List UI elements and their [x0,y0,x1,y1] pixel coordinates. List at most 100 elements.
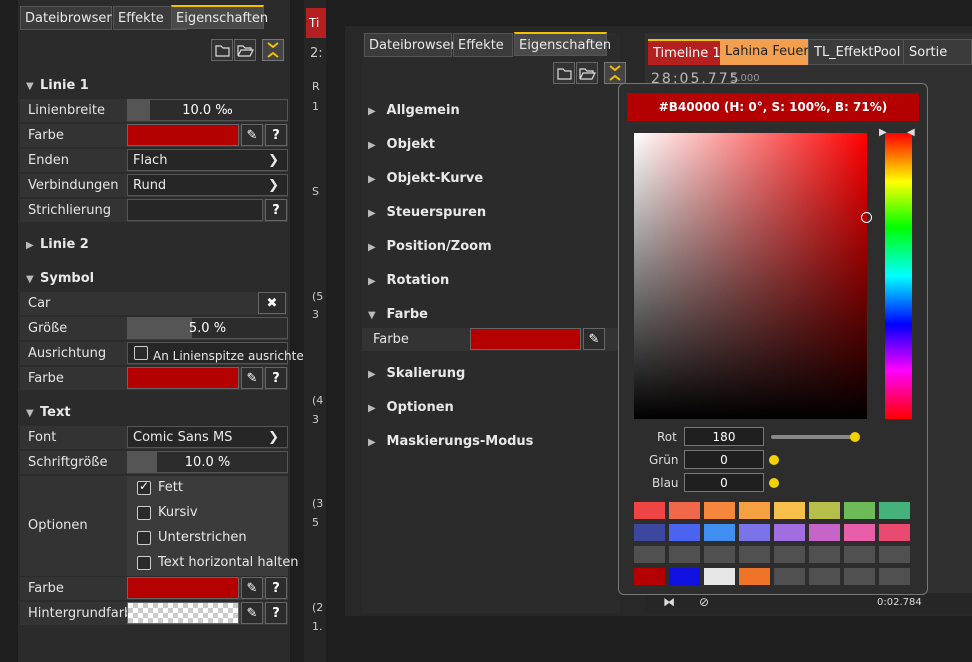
palette-swatch[interactable] [809,568,840,585]
palette-swatch[interactable] [879,568,910,585]
tab-eigenschaften[interactable]: Eigenschaften [514,32,611,56]
section-linie2[interactable]: ▶ Linie 2 [26,233,89,257]
gruen-slider-handle[interactable] [769,455,779,465]
color-cursor[interactable] [861,212,872,223]
horizontal-checkbox[interactable] [137,556,151,570]
section-objekt[interactable]: ▶ Objekt [368,133,435,157]
palette-swatch[interactable] [704,524,735,541]
help-button[interactable]: ? [265,124,287,146]
rot-slider-handle[interactable] [850,432,860,442]
groesse-slider[interactable]: 5.0 % [127,317,288,339]
section-linie1[interactable]: ▼ Linie 1 [26,74,89,98]
help-button[interactable]: ? [265,577,287,599]
section-rotation[interactable]: ▶ Rotation [368,269,449,293]
color-swatch[interactable] [127,367,239,389]
palette-swatch[interactable] [879,502,910,519]
section-objekt-kurve[interactable]: ▶ Objekt-Kurve [368,167,483,191]
timeline-tab-partial[interactable]: Ti [306,8,326,38]
palette-swatch[interactable] [634,502,665,519]
tab-dateibrowser[interactable]: Dateibrowser [20,6,112,30]
color-swatch[interactable] [127,124,239,146]
collapse-all-button[interactable] [604,62,626,84]
section-farbe[interactable]: ▼ Farbe [368,303,428,327]
remove-symbol-button[interactable]: ✖ [258,292,286,314]
fett-checkbox[interactable]: ✓ [137,479,151,495]
rot-slider[interactable] [771,435,855,439]
help-button[interactable]: ? [265,199,287,221]
eyedropper-button[interactable]: ✎ [241,367,263,389]
rot-input[interactable]: 180 [684,427,764,446]
palette-swatch[interactable] [669,524,700,541]
palette-swatch[interactable] [669,546,700,563]
font-dropdown[interactable]: Comic Sans MS ❯ [127,426,288,448]
section-skalierung[interactable]: ▶ Skalierung [368,362,465,386]
palette-swatch[interactable] [844,546,875,563]
tab-timeline-1[interactable]: Timeline 1 [648,39,726,65]
eyedropper-button[interactable]: ✎ [241,124,263,146]
schriftgroesse-slider[interactable]: 10.0 % [127,451,288,473]
palette-swatch[interactable] [634,568,665,585]
palette-swatch[interactable] [774,546,805,563]
hue-slider[interactable] [885,133,912,419]
linienbreite-slider[interactable]: 10.0 ‰ [127,99,288,121]
strichlierung-input[interactable] [127,199,263,221]
tab-eigenschaften[interactable]: Eigenschaften [171,5,268,29]
palette-swatch[interactable] [669,568,700,585]
unterstrichen-checkbox[interactable] [137,531,151,545]
new-folder-button[interactable] [553,62,575,84]
palette-swatch[interactable] [704,568,735,585]
gruen-input[interactable]: 0 [684,450,764,469]
section-allgemein[interactable]: ▶ Allgemein [368,99,460,123]
verbindungen-dropdown[interactable]: Rund ❯ [127,174,288,196]
tab-lahina-feuer[interactable]: Lahina Feuer [720,39,814,65]
palette-swatch[interactable] [704,546,735,563]
new-folder-button[interactable] [211,39,233,61]
blau-slider-handle[interactable] [769,478,779,488]
help-button[interactable]: ? [265,367,287,389]
section-steuerspuren[interactable]: ▶ Steuerspuren [368,201,486,225]
palette-swatch[interactable] [774,502,805,519]
collapse-all-button[interactable] [262,39,284,61]
palette-swatch[interactable] [844,568,875,585]
eyedropper-button[interactable]: ✎ [583,328,605,350]
open-folder-button[interactable] [234,39,256,61]
open-folder-button[interactable] [576,62,598,84]
palette-swatch[interactable] [739,568,770,585]
section-maskierungs-modus[interactable]: ▶ Maskierungs-Modus [368,430,533,454]
color-swatch[interactable] [127,577,239,599]
help-button[interactable]: ? [265,602,287,624]
skip-icon[interactable]: ⧓ [663,595,675,609]
section-position-zoom[interactable]: ▶ Position/Zoom [368,235,492,259]
tab-sortie[interactable]: Sortie [903,39,972,65]
color-swatch-active[interactable] [470,328,581,350]
palette-swatch[interactable] [634,524,665,541]
hue-marker-left-icon[interactable]: ▶ [879,127,887,138]
palette-swatch[interactable] [844,502,875,519]
palette-swatch[interactable] [809,546,840,563]
palette-swatch[interactable] [879,524,910,541]
hue-marker-right-icon[interactable]: ◀ [907,127,915,138]
palette-swatch[interactable] [809,502,840,519]
palette-swatch[interactable] [739,546,770,563]
palette-swatch[interactable] [844,524,875,541]
palette-swatch[interactable] [739,502,770,519]
saturation-brightness-area[interactable] [634,133,872,419]
tab-effekte[interactable]: Effekte [453,33,513,57]
disable-icon[interactable]: ⊘ [699,595,709,609]
enden-dropdown[interactable]: Flach ❯ [127,149,288,171]
kursiv-checkbox[interactable] [137,506,151,520]
eyedropper-button[interactable]: ✎ [241,577,263,599]
ausrichtung-checkbox[interactable] [134,346,148,360]
palette-swatch[interactable] [704,502,735,519]
blau-input[interactable]: 0 [684,473,764,492]
section-symbol[interactable]: ▼ Symbol [26,267,94,291]
palette-swatch[interactable] [739,524,770,541]
eyedropper-button[interactable]: ✎ [241,602,263,624]
transparent-color-swatch[interactable] [127,602,239,624]
palette-swatch[interactable] [809,524,840,541]
palette-swatch[interactable] [774,524,805,541]
palette-swatch[interactable] [774,568,805,585]
palette-swatch[interactable] [669,502,700,519]
section-text[interactable]: ▼ Text [26,401,71,425]
section-optionen[interactable]: ▶ Optionen [368,396,454,420]
